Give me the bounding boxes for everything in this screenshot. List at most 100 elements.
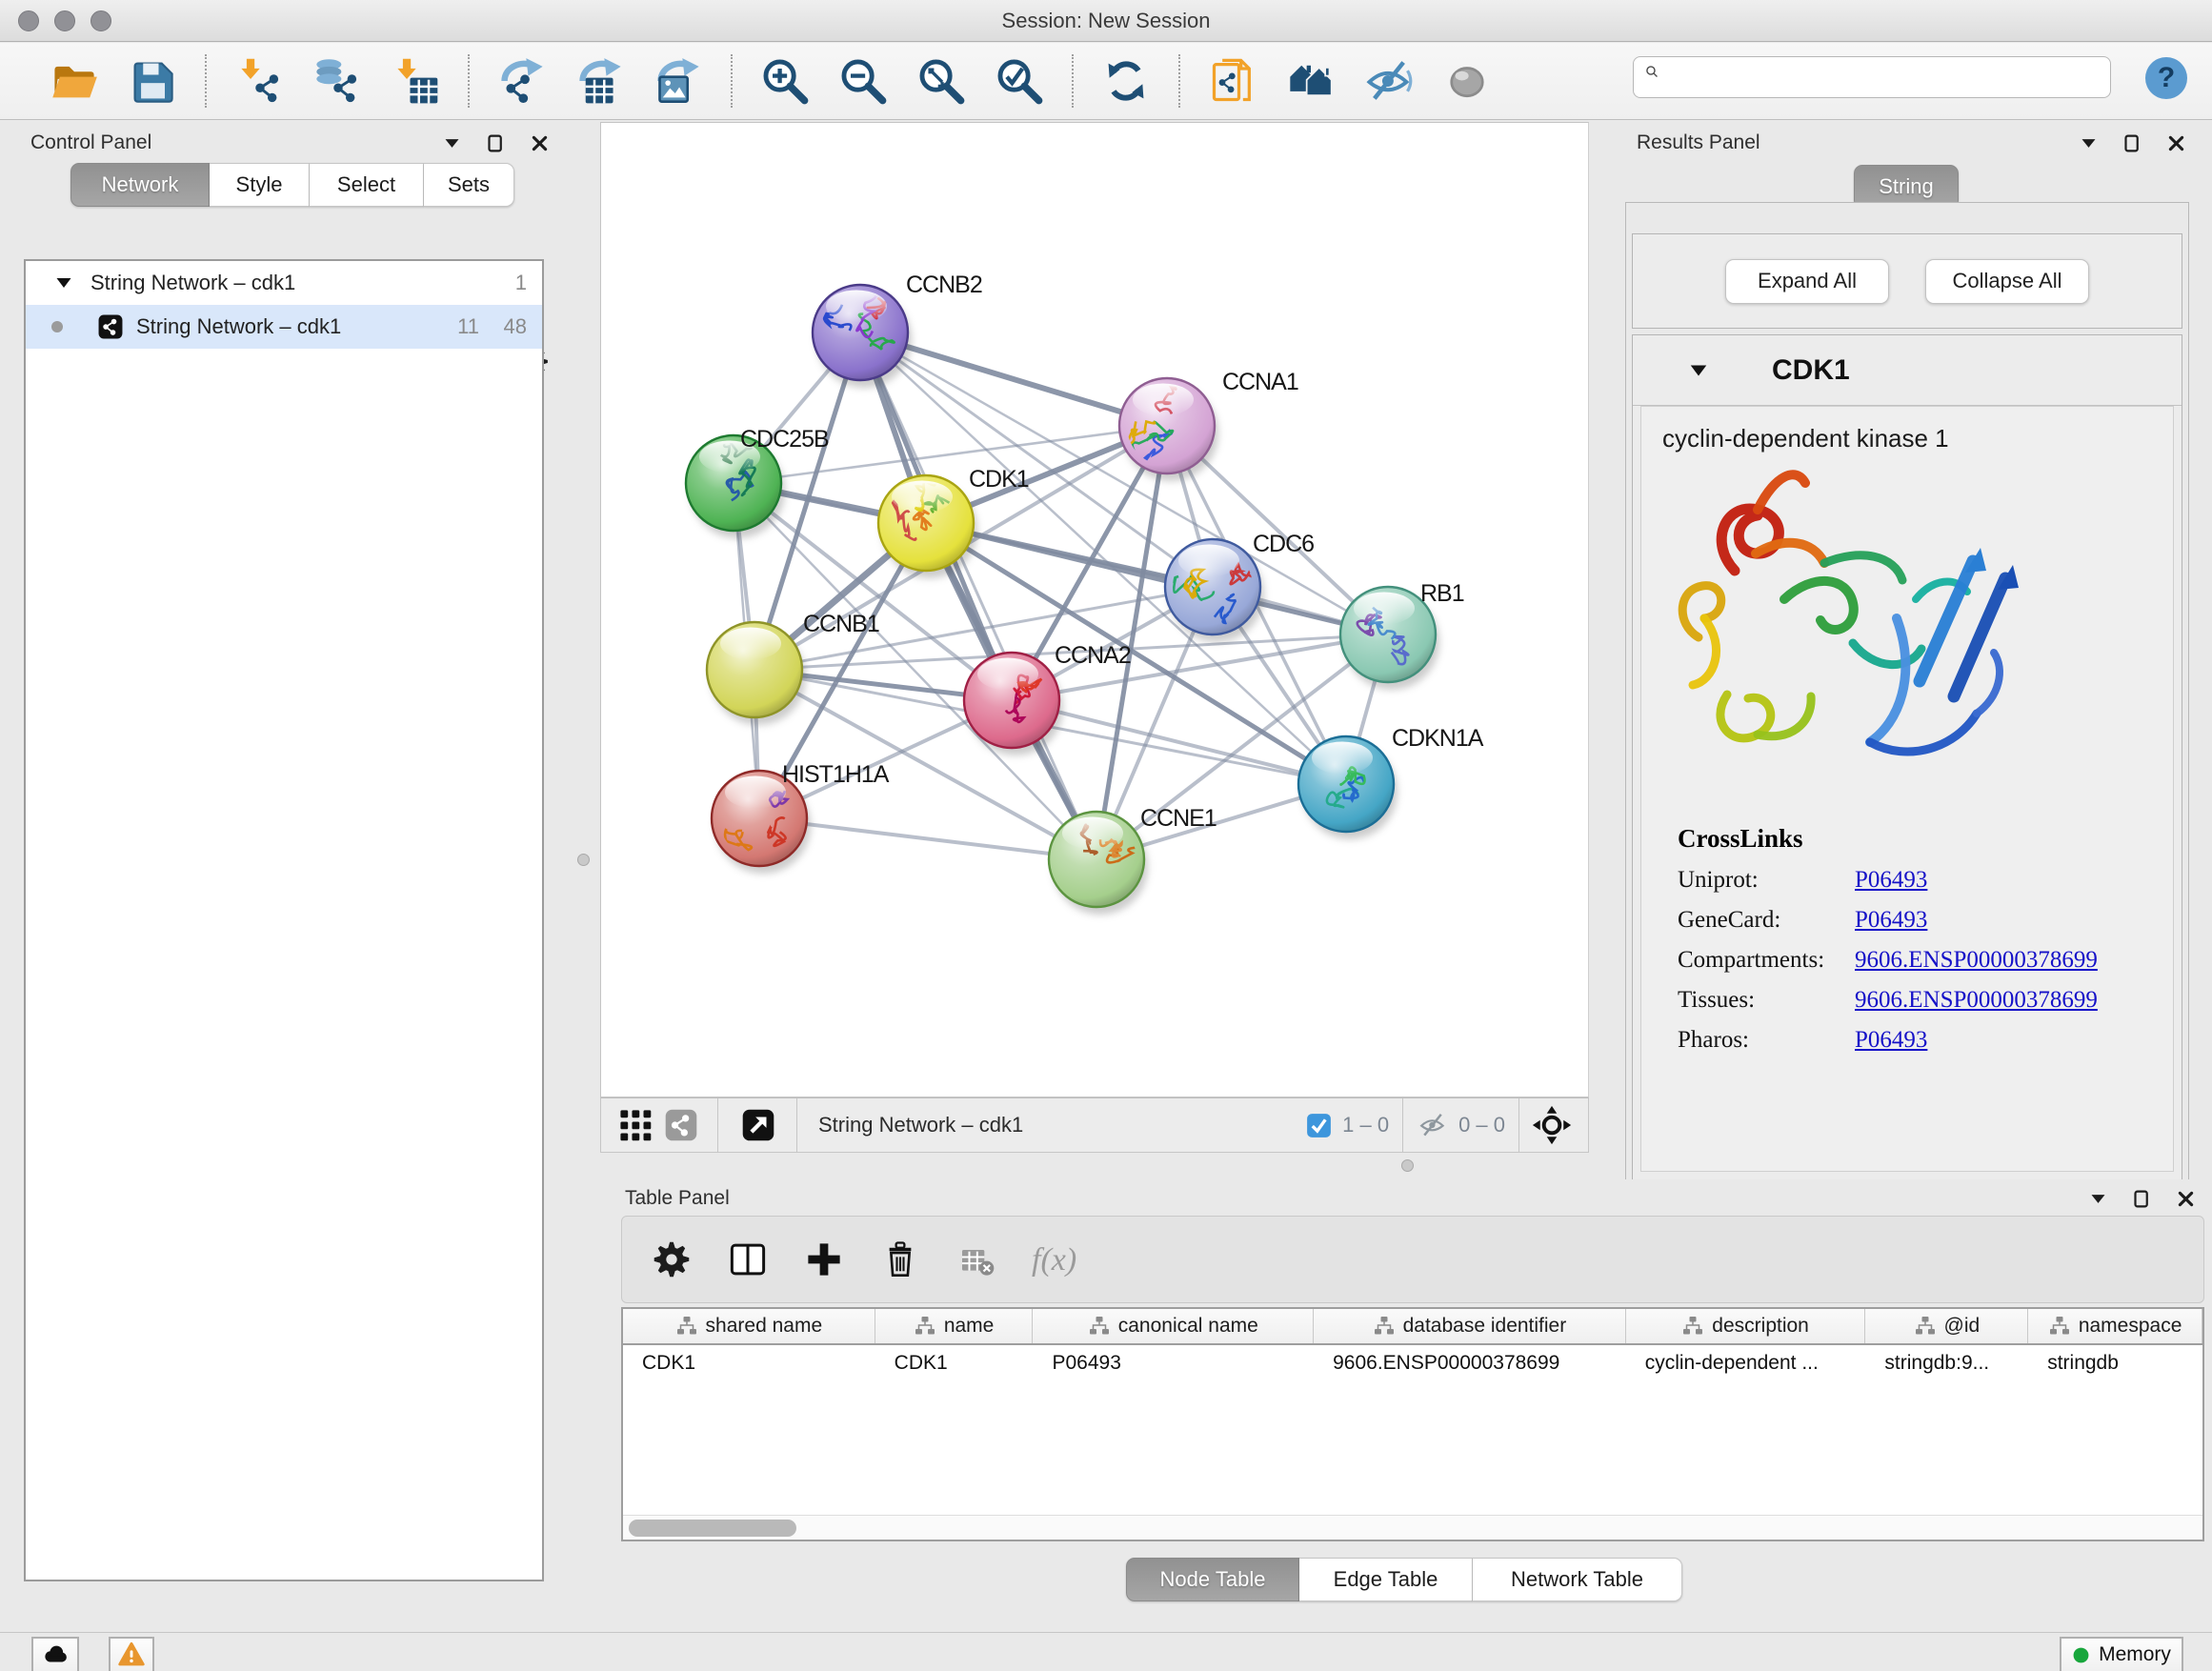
tab-network[interactable]: Network <box>70 163 210 207</box>
show-graphics-details-icon[interactable] <box>1442 56 1492 106</box>
tab-select[interactable]: Select <box>310 163 424 207</box>
node-CDC6[interactable] <box>1164 539 1264 642</box>
save-session-icon[interactable] <box>128 56 177 106</box>
panel-close-icon[interactable] <box>528 131 551 154</box>
table-hscrollbar[interactable] <box>623 1515 2202 1540</box>
network-row-label: String Network – cdk1 <box>136 314 341 339</box>
node-CDKN1A[interactable] <box>1298 736 1398 839</box>
column-header-canonical-name[interactable]: canonical name <box>1033 1309 1314 1343</box>
protein-card-header[interactable]: CDK1 <box>1633 335 2182 406</box>
import-network-from-database-icon[interactable] <box>312 56 362 106</box>
string-homes-icon[interactable] <box>1286 56 1336 106</box>
panel-close-icon[interactable] <box>2164 131 2187 154</box>
zoom-selected-icon[interactable] <box>995 56 1044 106</box>
cell--id[interactable]: stringdb:9... <box>1865 1352 2028 1375</box>
view-grid-icon[interactable] <box>613 1102 658 1148</box>
export-network-icon[interactable] <box>497 56 547 106</box>
cell-canonical-name[interactable]: P06493 <box>1033 1352 1314 1375</box>
hide-graphics-details-icon[interactable] <box>1364 56 1414 106</box>
crosslink-link[interactable]: 9606.ENSP00000378699 <box>1855 947 2098 974</box>
cloud-button[interactable] <box>31 1637 79 1671</box>
tab-edge-table[interactable]: Edge Table <box>1299 1558 1473 1601</box>
panel-menu-icon[interactable] <box>440 131 463 154</box>
node-CCNB1[interactable] <box>707 622 806 725</box>
function-builder-icon: f(x) <box>1030 1237 1102 1282</box>
node-label-CDC25B: CDC25B <box>740 426 829 453</box>
cell-shared-name[interactable]: CDK1 <box>623 1352 875 1375</box>
crosslink-link[interactable]: P06493 <box>1855 907 1927 934</box>
column-header-database-identifier[interactable]: database identifier <box>1314 1309 1626 1343</box>
table-panel: Table Panel f(x) shared namenamecanonica… <box>600 1179 2212 1632</box>
network-overview-icon[interactable] <box>1208 56 1257 106</box>
view-string-icon[interactable] <box>658 1102 704 1148</box>
import-network-from-file-icon[interactable] <box>234 56 284 106</box>
toolbar-separator <box>731 54 733 108</box>
zoom-fit-content-icon[interactable] <box>916 56 966 106</box>
column-header-name[interactable]: name <box>875 1309 1034 1343</box>
crosslink-link[interactable]: 9606.ENSP00000378699 <box>1855 987 2098 1014</box>
network-collection-row[interactable]: String Network – cdk1 1 <box>26 261 542 305</box>
table-toolbar: f(x) <box>621 1216 2204 1303</box>
collapse-all-button[interactable]: Collapse All <box>1925 259 2089 304</box>
cell-database-identifier[interactable]: 9606.ENSP00000378699 <box>1314 1352 1626 1375</box>
column-header--id[interactable]: @id <box>1865 1309 2028 1343</box>
apply-preferred-layout-icon[interactable] <box>1101 56 1151 106</box>
cell-namespace[interactable]: stringdb <box>2028 1352 2202 1375</box>
panel-float-icon[interactable] <box>484 131 507 154</box>
search-input[interactable] <box>1678 59 2097 95</box>
hidden-eye-icon[interactable] <box>1413 1102 1453 1148</box>
node-CCNA2[interactable] <box>964 653 1063 755</box>
memory-button[interactable]: Memory <box>2060 1637 2183 1671</box>
node-CCNE1[interactable] <box>1049 812 1148 915</box>
show-columns-icon[interactable] <box>725 1237 771 1282</box>
export-table-icon[interactable] <box>575 56 625 106</box>
network-row[interactable]: String Network – cdk1 11 48 <box>26 305 542 349</box>
export-image-icon[interactable] <box>654 56 703 106</box>
tab-network-table[interactable]: Network Table <box>1473 1558 1682 1601</box>
node-CDK1[interactable] <box>878 475 977 578</box>
panel-float-icon[interactable] <box>2130 1187 2153 1210</box>
panel-float-icon[interactable] <box>2121 131 2143 154</box>
cell-name[interactable]: CDK1 <box>875 1352 1034 1375</box>
cell-description[interactable]: cyclin-dependent ... <box>1626 1352 1866 1375</box>
crosshair-icon[interactable] <box>1529 1102 1575 1148</box>
hscrollbar-thumb[interactable] <box>629 1520 796 1537</box>
protein-card-body: cyclin-dependent kinase 1 CrossLinks Uni… <box>1640 406 2174 1172</box>
help-button[interactable]: ? <box>2145 57 2187 99</box>
selected-checkbox-icon[interactable] <box>1302 1102 1335 1148</box>
search-field[interactable] <box>1633 56 2111 98</box>
crosslinks-section: CrossLinks Uniprot:P06493GeneCard:P06493… <box>1678 824 2098 1054</box>
warnings-button[interactable] <box>109 1637 154 1671</box>
node-CCNA1[interactable] <box>1119 365 1218 481</box>
table-settings-gear-icon[interactable] <box>649 1237 694 1282</box>
tree-expand-icon[interactable] <box>54 273 73 292</box>
card-collapse-icon[interactable] <box>1688 360 1709 381</box>
string-app-icon <box>98 314 123 339</box>
column-header-namespace[interactable]: namespace <box>2028 1309 2202 1343</box>
crosslink-link[interactable]: P06493 <box>1855 867 1927 894</box>
detach-view-icon[interactable] <box>735 1102 781 1148</box>
zoom-in-icon[interactable] <box>760 56 810 106</box>
table-row[interactable]: CDK1CDK1P064939606.ENSP00000378699cyclin… <box>623 1345 2202 1381</box>
tab-style[interactable]: Style <box>210 163 310 207</box>
tab-node-table[interactable]: Node Table <box>1126 1558 1299 1601</box>
panel-close-icon[interactable] <box>2174 1187 2197 1210</box>
horizontal-splitter-handle[interactable] <box>1401 1159 1414 1172</box>
open-session-icon[interactable] <box>50 56 99 106</box>
add-column-icon[interactable] <box>801 1237 847 1282</box>
panel-menu-icon[interactable] <box>2086 1187 2109 1210</box>
tab-sets[interactable]: Sets <box>424 163 514 207</box>
title-bar: Session: New Session <box>0 0 2212 42</box>
panel-menu-icon[interactable] <box>2077 131 2100 154</box>
network-canvas[interactable]: CCNB2CCNA1CDC25BCDK1CDC6RB1CCNB1CCNA2CDK… <box>600 122 1589 1097</box>
edge-CCNB2-CCNE1[interactable] <box>860 332 1096 859</box>
crosslink-link[interactable]: P06493 <box>1855 1027 1927 1054</box>
column-type-icon <box>1373 1315 1396 1338</box>
expand-all-button[interactable]: Expand All <box>1725 259 1889 304</box>
zoom-out-icon[interactable] <box>838 56 888 106</box>
left-splitter-handle[interactable] <box>577 854 590 866</box>
column-header-description[interactable]: description <box>1626 1309 1866 1343</box>
delete-column-icon[interactable] <box>877 1237 923 1282</box>
column-header-shared-name[interactable]: shared name <box>623 1309 875 1343</box>
import-table-from-file-icon[interactable] <box>391 56 440 106</box>
